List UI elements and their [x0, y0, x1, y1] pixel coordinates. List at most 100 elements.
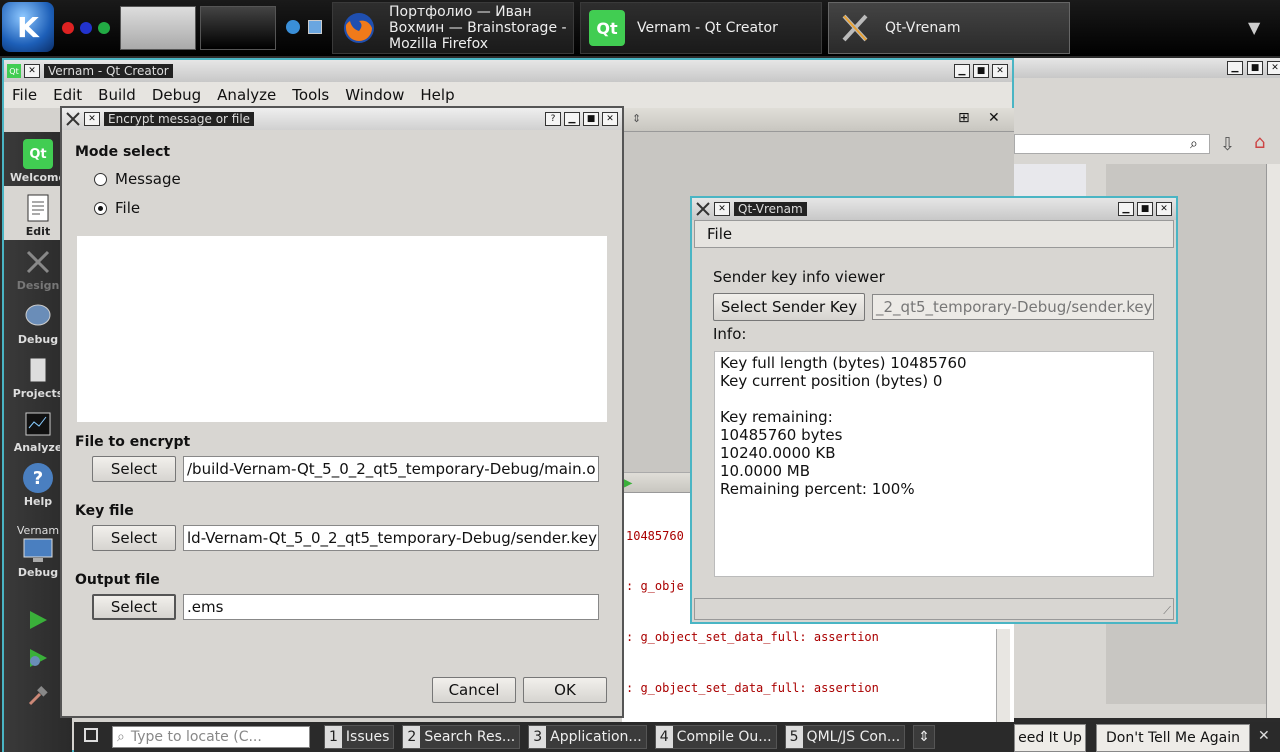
home-icon[interactable]: ⌂: [1254, 132, 1265, 153]
maximize-icon[interactable]: ■: [973, 64, 989, 78]
output-file-input[interactable]: .ems: [183, 594, 599, 620]
minimize-icon[interactable]: ▁: [954, 64, 970, 78]
download-arrow-icon[interactable]: ⇩: [1220, 134, 1235, 155]
message-text-area[interactable]: [77, 236, 607, 422]
mode-select-label: Mode select: [75, 144, 171, 160]
desktop-pager-2[interactable]: [200, 6, 276, 50]
mode-projects-label: Projects: [12, 387, 64, 400]
task-qtcreator[interactable]: Qt Vernam - Qt Creator: [580, 2, 822, 54]
menu-build[interactable]: Build: [90, 86, 144, 104]
output-tab-search-results[interactable]: 2 Search Res...: [402, 725, 521, 749]
file-radio[interactable]: [94, 201, 107, 215]
tab-number: 1: [325, 726, 342, 748]
debug-run-icon: [23, 643, 53, 673]
editor-sort-arrows-icon[interactable]: ⇕: [632, 112, 641, 125]
analyze-icon: [23, 409, 53, 439]
tab-label: Application...: [550, 729, 642, 745]
output-scrollbar[interactable]: [996, 629, 1010, 723]
minimize-icon[interactable]: ▁: [564, 112, 580, 126]
mode-analyze-label: Analyze: [13, 441, 63, 454]
key-file-input[interactable]: ld-Vernam-Qt_5_0_2_qt5_temporary-Debug/s…: [183, 525, 599, 551]
maximize-icon[interactable]: ■: [583, 112, 599, 126]
tab-number: 2: [403, 726, 421, 748]
resize-grip-icon[interactable]: ⟋: [1163, 604, 1171, 618]
menu-debug[interactable]: Debug: [144, 86, 209, 104]
file-to-encrypt-input[interactable]: /build-Vernam-Qt_5_0_2_qt5_temporary-Deb…: [183, 456, 599, 482]
mode-help-label: Help: [23, 495, 53, 508]
output-tab-compile[interactable]: 4 Compile Ou...: [654, 725, 777, 749]
qt-title-icon: Qt: [7, 64, 21, 78]
qtcreator-title: Vernam - Qt Creator: [44, 64, 173, 78]
tab-label: Compile Ou...: [676, 729, 772, 745]
qtvrenam-title: Qt-Vrenam: [734, 202, 807, 216]
output-tabs-more-icon[interactable]: ⇕: [913, 725, 935, 749]
encrypt-dialog-title: Encrypt message or file: [104, 112, 255, 126]
dont-tell-me-again-button[interactable]: Don't Tell Me Again: [1096, 724, 1250, 752]
close-icon[interactable]: ✕: [1156, 202, 1172, 216]
window-menu-icon[interactable]: ✕: [24, 64, 40, 78]
clipboard-icon[interactable]: [308, 20, 322, 34]
mode-option-message[interactable]: Message: [94, 170, 181, 188]
menu-file[interactable]: File: [707, 225, 732, 243]
menu-tools[interactable]: Tools: [284, 86, 337, 104]
close-icon[interactable]: ✕: [992, 64, 1008, 78]
qtvrenam-titlebar: ✕ Qt-Vrenam ▁ ■ ✕: [692, 198, 1176, 220]
output-line: 10485760: [626, 529, 684, 543]
kde-menu-button[interactable]: K: [2, 2, 54, 52]
mode-edit-label: Edit: [25, 225, 51, 238]
minimize-icon[interactable]: ▁: [1118, 202, 1134, 216]
bg-minimize-icon[interactable]: ▁: [1227, 61, 1243, 75]
design-tools-icon: [23, 247, 53, 277]
speed-it-up-button[interactable]: eed It Up: [1014, 724, 1086, 752]
info-text-box[interactable]: Key full length (bytes) 10485760 Key cur…: [714, 351, 1154, 577]
task-qtvrenam[interactable]: Qt-Vrenam: [828, 2, 1070, 54]
network-icon[interactable]: [286, 20, 300, 34]
task-firefox[interactable]: Портфолио — Иван Вохмин — Brainstorage -…: [332, 2, 574, 54]
select-output-button[interactable]: Select: [92, 594, 176, 620]
bg-scrollbar[interactable]: [1266, 164, 1280, 718]
output-tab-issues[interactable]: 1 Issues: [324, 725, 395, 749]
welcome-icon: Qt: [23, 139, 53, 169]
select-file-button[interactable]: Select: [92, 456, 176, 482]
editor-close-icon[interactable]: ✕: [988, 110, 1000, 126]
select-sender-key-button[interactable]: Select Sender Key: [713, 293, 865, 321]
menu-analyze[interactable]: Analyze: [209, 86, 284, 104]
cancel-button[interactable]: Cancel: [432, 677, 516, 703]
menu-help[interactable]: Help: [412, 86, 462, 104]
menu-file[interactable]: File: [4, 86, 45, 104]
message-radio[interactable]: [94, 172, 107, 186]
split-icon[interactable]: ⊞: [958, 110, 970, 126]
window-menu-icon[interactable]: ✕: [84, 112, 100, 126]
help-context-icon[interactable]: ?: [545, 112, 561, 126]
ok-button[interactable]: OK: [523, 677, 607, 703]
taskbar-menu-chevron-icon[interactable]: ▼: [1248, 18, 1260, 37]
output-tab-qmljs[interactable]: 5 QML/JS Con...: [784, 725, 906, 749]
locator-search-icon: ⌕: [117, 729, 125, 745]
desktop-pager-1[interactable]: [120, 6, 196, 50]
select-key-button[interactable]: Select: [92, 525, 176, 551]
run-play-icon: [23, 605, 53, 635]
close-notification-icon[interactable]: ✕: [1258, 728, 1270, 744]
bg-search-icon[interactable]: ⌕: [1190, 136, 1198, 152]
sender-key-path-field[interactable]: _2_qt5_temporary-Debug/sender.key: [872, 294, 1154, 320]
output-tab-application[interactable]: 3 Application...: [528, 725, 647, 749]
output-rerun-icon[interactable]: ▶: [624, 475, 632, 491]
maximize-icon[interactable]: ■: [1137, 202, 1153, 216]
qtvrenam-statusbar: ⟋: [694, 598, 1174, 620]
locator-input[interactable]: ⌕ Type to locate (C...: [112, 726, 310, 748]
bg-maximize-icon[interactable]: ■: [1247, 61, 1263, 75]
bg-search-field[interactable]: [1014, 134, 1210, 154]
task-firefox-label: Портфолио — Иван Вохмин — Brainstorage -…: [389, 4, 567, 52]
window-menu-icon[interactable]: ✕: [714, 202, 730, 216]
toggle-sidebar-icon[interactable]: [84, 728, 98, 742]
close-icon[interactable]: ✕: [602, 112, 618, 126]
menu-edit[interactable]: Edit: [45, 86, 90, 104]
bg-close-icon[interactable]: ✕: [1267, 61, 1280, 75]
task-qtvrenam-label: Qt-Vrenam: [885, 20, 961, 36]
qtcreator-titlebar: Qt ✕ Vernam - Qt Creator ▁ ■ ✕: [4, 60, 1012, 82]
output-line: : g_object_set_data_full: assertion: [626, 630, 879, 644]
mode-welcome-label: Welcome: [10, 171, 66, 184]
bg-notification-bar: eed It Up Don't Tell Me Again ✕: [1014, 722, 1280, 752]
mode-option-file[interactable]: File: [94, 199, 140, 217]
menu-window[interactable]: Window: [337, 86, 412, 104]
